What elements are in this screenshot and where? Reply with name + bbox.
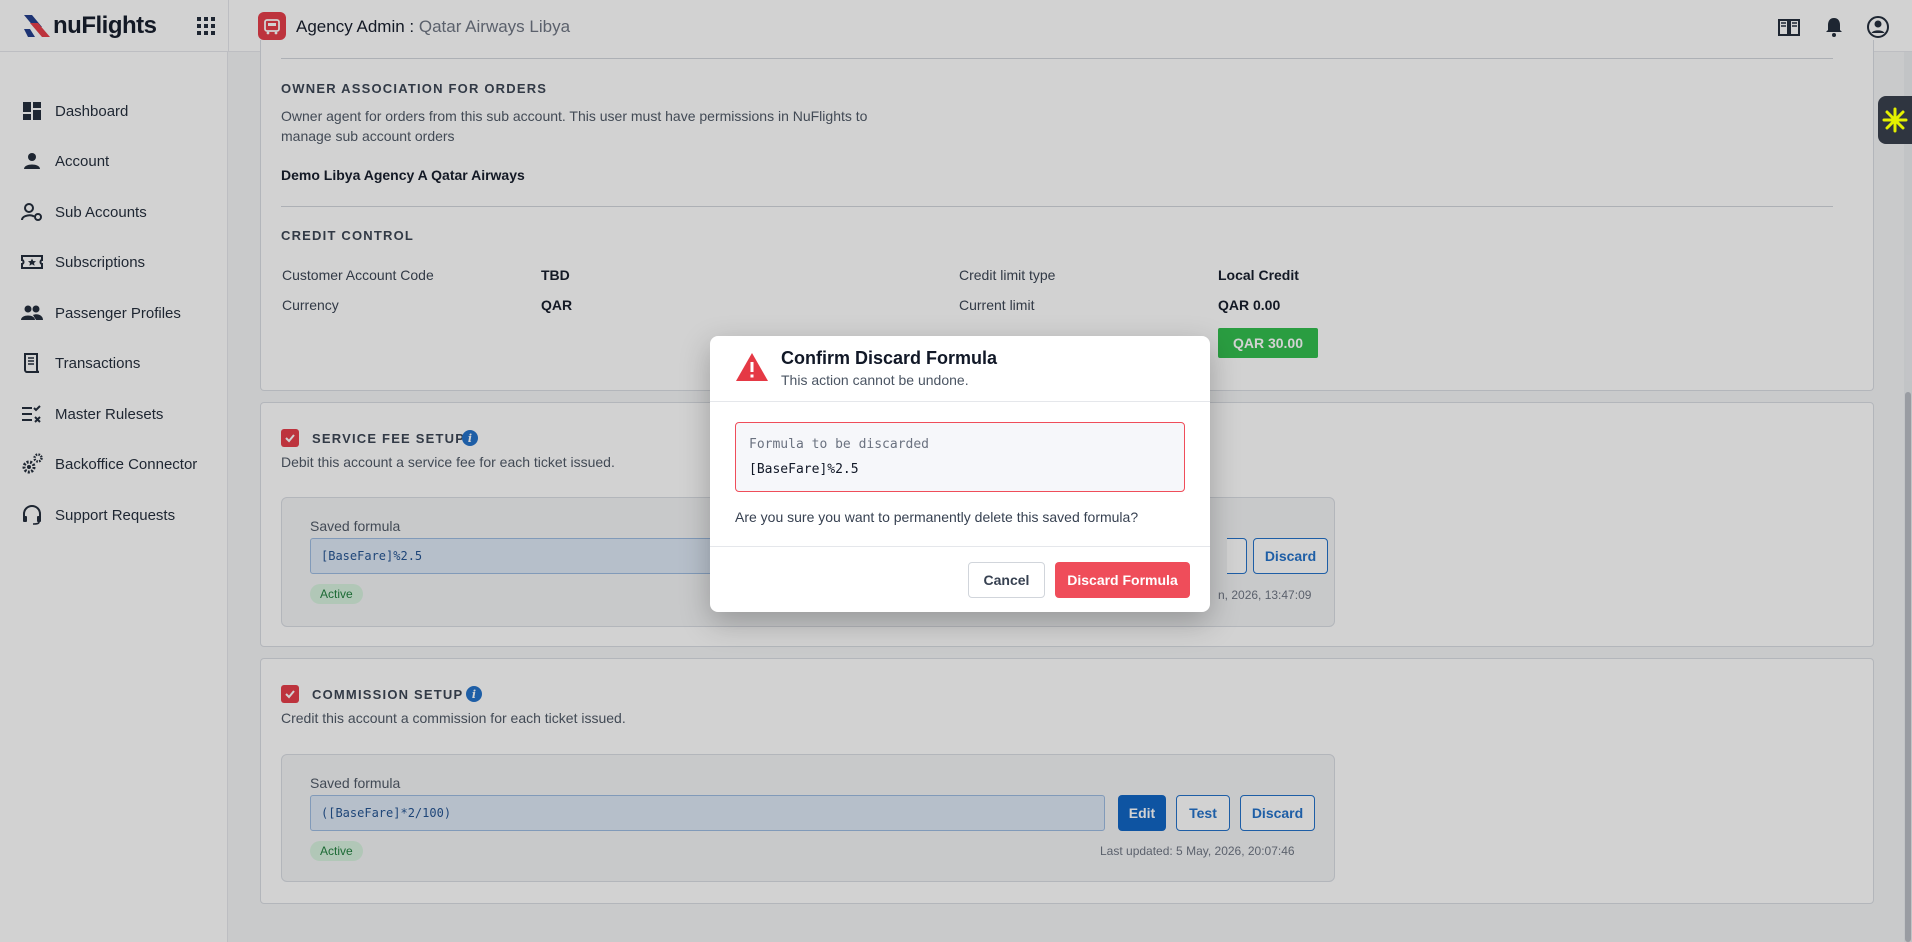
dialog-subtitle: This action cannot be undone. [781, 372, 969, 388]
divider [710, 401, 1210, 402]
assistant-widget[interactable] [1878, 96, 1912, 144]
divider [710, 546, 1210, 547]
discard-formula-preview: Formula to be discarded [BaseFare]%2.5 [735, 422, 1185, 492]
dialog-title: Confirm Discard Formula [781, 348, 998, 368]
warning-icon [736, 353, 768, 381]
formula-preview-label: Formula to be discarded [749, 437, 930, 452]
asterisk-icon [1882, 107, 1908, 133]
dialog-question: Are you sure you want to permanently del… [735, 509, 1139, 525]
discard-formula-button[interactable]: Discard Formula [1055, 562, 1190, 598]
formula-preview-value: [BaseFare]%2.5 [749, 462, 859, 477]
cancel-button[interactable]: Cancel [968, 562, 1045, 598]
confirm-discard-dialog: Confirm Discard Formula This action cann… [710, 336, 1210, 612]
